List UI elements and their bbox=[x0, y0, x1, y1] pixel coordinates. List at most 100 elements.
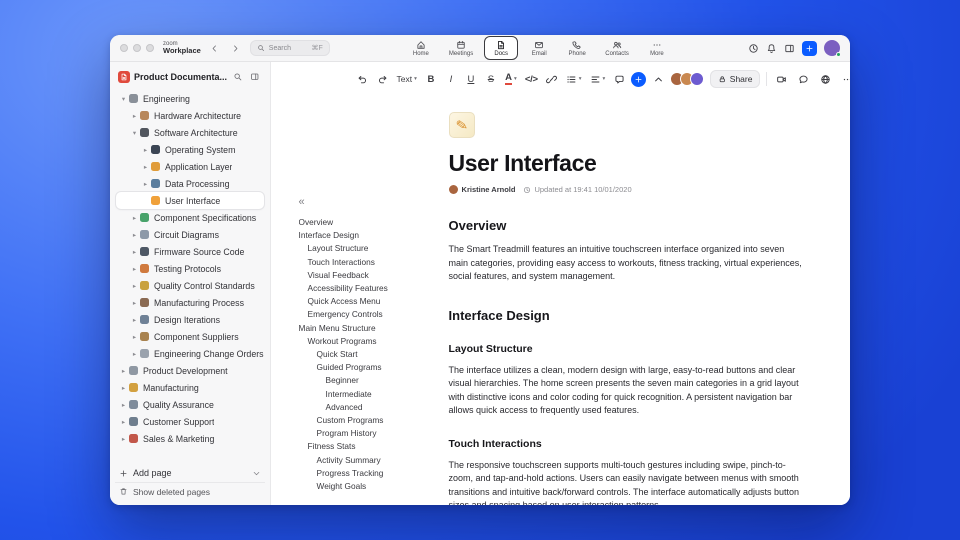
outline-item-program-history[interactable]: Program History bbox=[299, 427, 443, 440]
strikethrough-button[interactable]: S bbox=[483, 70, 499, 88]
sidebar-page-quality-control-standards[interactable]: ▸ Quality Control Standards bbox=[116, 277, 264, 294]
sidebar-page-engineering[interactable]: ▾ Engineering bbox=[116, 90, 264, 107]
sidebar-page-testing-protocols[interactable]: ▸ Testing Protocols bbox=[116, 260, 264, 277]
sidebar-page-quality-assurance[interactable]: ▸ Quality Assurance bbox=[116, 396, 264, 413]
video-button[interactable] bbox=[773, 71, 789, 87]
list-button[interactable]: ▾ bbox=[564, 70, 584, 88]
align-button[interactable]: ▾ bbox=[588, 70, 608, 88]
outline-item-quick-access-menu[interactable]: Quick Access Menu bbox=[299, 295, 443, 308]
outline-item-custom-programs[interactable]: Custom Programs bbox=[299, 414, 443, 427]
sidebar-page-product-development[interactable]: ▸ Product Development bbox=[116, 362, 264, 379]
document-content[interactable]: ✎ User Interface Kristine Arnold Updated… bbox=[448, 96, 803, 505]
redo-button[interactable] bbox=[375, 70, 391, 88]
chevron-right-icon[interactable]: ▸ bbox=[129, 112, 140, 120]
comment-button[interactable] bbox=[611, 70, 627, 88]
bold-button[interactable]: B bbox=[423, 70, 439, 88]
collapse-toolbar-button[interactable] bbox=[650, 70, 666, 88]
sidebar-page-data-processing[interactable]: ▸ Data Processing bbox=[116, 175, 264, 192]
outline-item-intermediate[interactable]: Intermediate bbox=[299, 388, 443, 401]
outline-item-accessibility-features[interactable]: Accessibility Features bbox=[299, 282, 443, 295]
undo-button[interactable] bbox=[355, 70, 371, 88]
chevron-right-icon[interactable]: ▸ bbox=[129, 316, 140, 324]
chevron-right-icon[interactable]: ▸ bbox=[118, 367, 129, 375]
sidebar-page-hardware-architecture[interactable]: ▸ Hardware Architecture bbox=[116, 107, 264, 124]
forward-button[interactable] bbox=[229, 41, 243, 55]
chevron-right-icon[interactable]: ▸ bbox=[118, 384, 129, 392]
underline-button[interactable]: U bbox=[463, 70, 479, 88]
italic-button[interactable]: I bbox=[443, 70, 459, 88]
text-style-dropdown[interactable]: Text ▾ bbox=[395, 70, 419, 88]
text-color-button[interactable]: A ▾ bbox=[503, 70, 519, 88]
close-button[interactable] bbox=[120, 44, 128, 52]
outline-item-main-menu-structure[interactable]: Main Menu Structure bbox=[299, 322, 443, 335]
show-deleted-pages-button[interactable]: Show deleted pages bbox=[115, 482, 265, 500]
chevron-right-icon[interactable]: ▸ bbox=[129, 231, 140, 239]
outline-item-activity-summary[interactable]: Activity Summary bbox=[299, 454, 443, 467]
chat-button[interactable] bbox=[795, 71, 811, 87]
more-options-button[interactable] bbox=[839, 71, 850, 87]
outline-item-interface-design[interactable]: Interface Design bbox=[299, 229, 443, 242]
side-panel-button[interactable] bbox=[784, 43, 795, 54]
chevron-right-icon[interactable]: ▸ bbox=[140, 163, 151, 171]
web-button[interactable] bbox=[817, 71, 833, 87]
sidebar-page-circuit-diagrams[interactable]: ▸ Circuit Diagrams bbox=[116, 226, 264, 243]
sidebar-page-component-suppliers[interactable]: ▸ Component Suppliers bbox=[116, 328, 264, 345]
outline-item-touch-interactions[interactable]: Touch Interactions bbox=[299, 256, 443, 269]
sidebar-page-customer-support[interactable]: ▸ Customer Support bbox=[116, 413, 264, 430]
chevron-right-icon[interactable]: ▸ bbox=[129, 214, 140, 222]
chevron-right-icon[interactable]: ▸ bbox=[129, 282, 140, 290]
chevron-right-icon[interactable]: ▸ bbox=[129, 299, 140, 307]
chevron-right-icon[interactable]: ▸ bbox=[129, 350, 140, 358]
sidebar-page-software-architecture[interactable]: ▾ Software Architecture bbox=[116, 124, 264, 141]
outline-item-workout-programs[interactable]: Workout Programs bbox=[299, 335, 443, 348]
chevron-right-icon[interactable]: ▸ bbox=[118, 418, 129, 426]
doc-title[interactable]: User Interface bbox=[449, 150, 803, 177]
sidebar-page-manufacturing-process[interactable]: ▸ Manufacturing Process bbox=[116, 294, 264, 311]
sidebar-page-operating-system[interactable]: ▸ Operating System bbox=[116, 141, 264, 158]
code-button[interactable]: </> bbox=[523, 70, 540, 88]
tab-more[interactable]: More bbox=[640, 36, 674, 60]
sidebar-page-user-interface[interactable]: User Interface bbox=[116, 192, 264, 209]
chevron-right-icon[interactable]: ▸ bbox=[118, 401, 129, 409]
chevron-right-icon[interactable]: ▸ bbox=[140, 180, 151, 188]
outline-item-visual-feedback[interactable]: Visual Feedback bbox=[299, 269, 443, 282]
sidebar-collapse-button[interactable] bbox=[249, 70, 262, 83]
tab-phone[interactable]: Phone bbox=[560, 36, 594, 60]
chevron-down-icon[interactable]: ▾ bbox=[118, 95, 129, 103]
tab-home[interactable]: Home bbox=[404, 36, 438, 60]
share-button[interactable]: Share bbox=[710, 70, 761, 88]
outline-item-overview[interactable]: Overview bbox=[299, 216, 443, 229]
sidebar-page-engineering-change-orders[interactable]: ▸ Engineering Change Orders bbox=[116, 345, 264, 362]
outline-item-advanced[interactable]: Advanced bbox=[299, 401, 443, 414]
outline-item-quick-start[interactable]: Quick Start bbox=[299, 348, 443, 361]
chevron-right-icon[interactable]: ▸ bbox=[140, 146, 151, 154]
tab-docs[interactable]: Docs bbox=[484, 36, 519, 60]
zoom-window-button[interactable] bbox=[146, 44, 154, 52]
chevron-right-icon[interactable]: ▸ bbox=[129, 248, 140, 256]
tab-meetings[interactable]: Meetings bbox=[442, 36, 480, 60]
new-item-button[interactable] bbox=[802, 40, 817, 56]
outline-item-weight-goals[interactable]: Weight Goals bbox=[299, 480, 443, 493]
user-avatar[interactable] bbox=[824, 40, 841, 57]
sidebar-search-button[interactable] bbox=[232, 70, 245, 83]
outline-item-guided-programs[interactable]: Guided Programs bbox=[299, 361, 443, 374]
sidebar-page-sales-marketing[interactable]: ▸ Sales & Marketing bbox=[116, 430, 264, 447]
minimize-button[interactable] bbox=[133, 44, 141, 52]
sidebar-page-component-specifications[interactable]: ▸ Component Specifications bbox=[116, 209, 264, 226]
sidebar-page-design-iterations[interactable]: ▸ Design Iterations bbox=[116, 311, 264, 328]
history-button[interactable] bbox=[748, 43, 759, 54]
chevron-down-icon[interactable] bbox=[252, 469, 261, 478]
global-search-input[interactable]: Search ⌘F bbox=[249, 40, 330, 56]
insert-button[interactable] bbox=[631, 71, 647, 87]
sidebar-page-application-layer[interactable]: ▸ Application Layer bbox=[116, 158, 264, 175]
chevron-down-icon[interactable]: ▾ bbox=[129, 129, 140, 137]
sidebar-page-manufacturing[interactable]: ▸ Manufacturing bbox=[116, 379, 264, 396]
collapse-outline-icon[interactable]: « bbox=[299, 197, 305, 208]
notifications-button[interactable] bbox=[766, 43, 777, 54]
link-button[interactable] bbox=[544, 70, 560, 88]
chevron-right-icon[interactable]: ▸ bbox=[118, 435, 129, 443]
outline-item-beginner[interactable]: Beginner bbox=[299, 374, 443, 387]
tab-contacts[interactable]: Contacts bbox=[598, 36, 636, 60]
tab-email[interactable]: Email bbox=[522, 36, 556, 60]
chevron-right-icon[interactable]: ▸ bbox=[129, 265, 140, 273]
